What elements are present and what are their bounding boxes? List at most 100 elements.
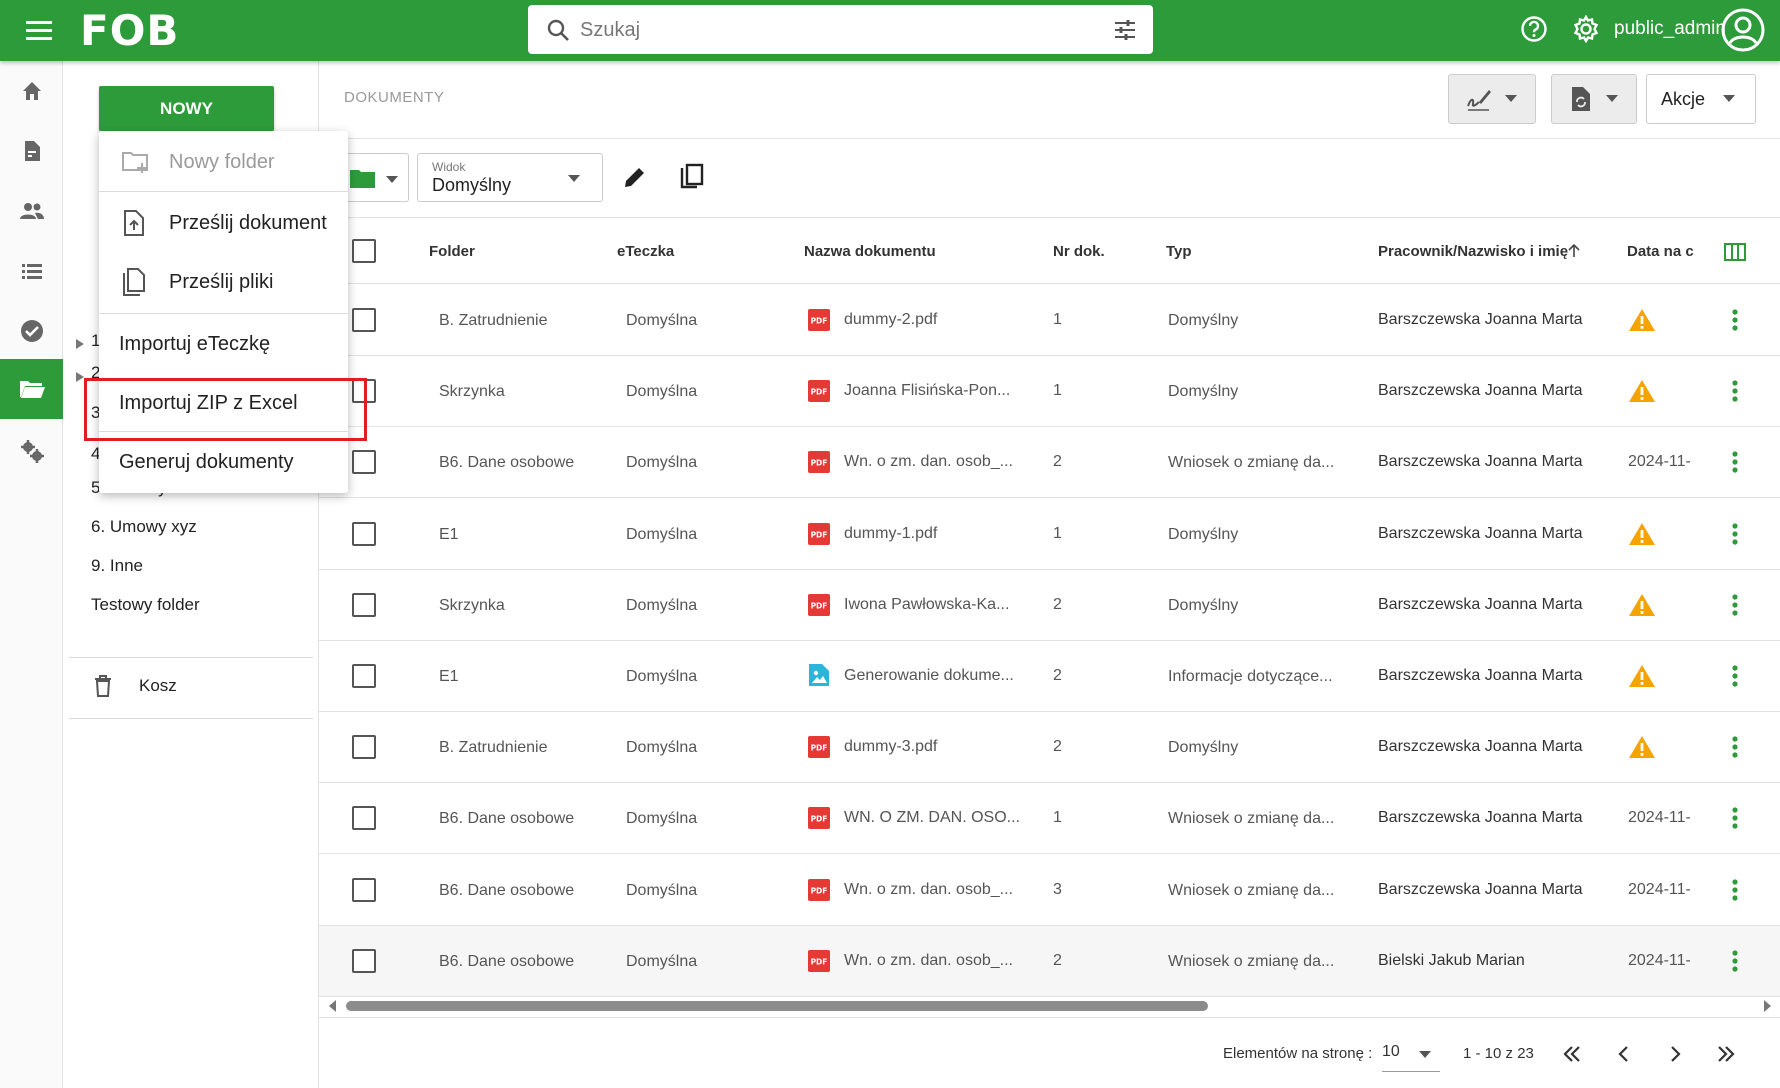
select-all-checkbox[interactable] <box>352 239 376 263</box>
scrollbar-thumb[interactable] <box>346 1001 1208 1011</box>
folder-item[interactable]: 6. Umowy xyz <box>91 517 197 537</box>
copy-icon[interactable] <box>679 163 705 191</box>
search-bar[interactable]: Szukaj <box>528 5 1153 54</box>
row-checkbox[interactable] <box>352 592 376 617</box>
row-checkbox[interactable] <box>352 948 376 973</box>
table-row[interactable]: B. Zatrudnienie Domyślna PDF dummy-3.pdf 2 Do… <box>319 712 1780 784</box>
rail-list[interactable] <box>0 241 63 301</box>
col-date[interactable]: Data na c <box>1627 243 1694 260</box>
rail-admin-settings[interactable] <box>0 421 63 481</box>
menu-import-eteczka[interactable]: Importuj eTeczkę <box>99 315 348 373</box>
page-size-select[interactable]: 10 <box>1382 1043 1400 1061</box>
folder-item[interactable]: 9. Inne <box>91 556 143 576</box>
row-checkbox[interactable] <box>352 450 376 475</box>
col-employee[interactable]: Pracownik/Nazwisko i imię <box>1378 243 1568 260</box>
cell-doc-number: 1 <box>1053 524 1062 542</box>
row-checkbox[interactable] <box>352 308 376 332</box>
row-checkbox[interactable] <box>352 521 376 546</box>
check-circle-icon <box>20 320 43 342</box>
row-more-icon[interactable] <box>1732 450 1738 474</box>
table-row[interactable]: B. Zatrudnienie Domyślna PDF dummy-2.pdf 1 Do… <box>319 285 1780 356</box>
rail-documents[interactable] <box>0 121 63 181</box>
account-avatar-icon[interactable] <box>1720 7 1766 53</box>
filter-settings-icon[interactable] <box>1113 18 1137 42</box>
row-more-icon[interactable] <box>1732 878 1738 902</box>
settings-icon[interactable] <box>1572 15 1600 43</box>
cell-document-name[interactable]: Generowanie dokume... <box>844 667 1019 685</box>
row-checkbox[interactable] <box>352 735 376 760</box>
first-page-icon[interactable] <box>1560 1042 1584 1066</box>
col-doc-number[interactable]: Nr dok. <box>1053 243 1105 260</box>
scroll-right-icon[interactable] <box>1763 1000 1771 1012</box>
file-convert-icon <box>1572 87 1590 111</box>
cell-eteczka: Domyślna <box>626 383 698 401</box>
row-checkbox[interactable] <box>352 806 376 831</box>
menu-upload-document[interactable]: Prześlij dokument <box>99 194 348 252</box>
cell-eteczka: Domyślna <box>626 312 698 329</box>
new-button[interactable]: NOWY <box>99 86 274 131</box>
next-page-icon[interactable] <box>1663 1042 1687 1066</box>
previous-page-icon[interactable] <box>1612 1042 1636 1066</box>
rail-folders[interactable] <box>0 359 63 419</box>
cell-document-name[interactable]: Wn. o zm. dan. osob_... <box>844 952 1019 970</box>
menu-new-folder[interactable]: Nowy folder <box>99 133 348 191</box>
trash-item[interactable]: Kosz <box>93 674 177 698</box>
cell-document-name[interactable]: Iwona Pawłowska-Ka... <box>844 596 1019 614</box>
row-more-icon[interactable] <box>1732 308 1738 332</box>
table-row[interactable]: B6. Dane osobowe Domyślna PDF WN. O ZM. DAN… <box>319 783 1780 855</box>
help-icon[interactable] <box>1520 15 1548 43</box>
folder-item[interactable]: Testowy folder <box>91 595 200 615</box>
row-checkbox[interactable] <box>352 877 376 902</box>
row-more-icon[interactable] <box>1732 949 1738 973</box>
chevron-down-icon[interactable] <box>1419 1051 1431 1059</box>
last-page-icon[interactable] <box>1714 1042 1738 1066</box>
row-more-icon[interactable] <box>1732 806 1738 830</box>
row-more-icon[interactable] <box>1732 664 1738 688</box>
col-document-name[interactable]: Nazwa dokumentu <box>804 243 936 260</box>
table-row[interactable]: B6. Dane osobowe Domyślna PDF Wn. o zm. dan… <box>319 427 1780 499</box>
actions-button[interactable]: Akcje <box>1646 74 1756 124</box>
horizontal-scrollbar[interactable] <box>319 994 1780 1018</box>
cell-type: Wniosek o zmianę da... <box>1168 810 1335 828</box>
table-row[interactable]: E1 Domyślna PDF dummy-1.pdf 1 Domyślny Barszcz… <box>319 499 1780 570</box>
row-checkbox[interactable] <box>352 664 376 688</box>
cell-document-name[interactable]: WN. O ZM. DAN. OSO... <box>844 809 1019 827</box>
table-row[interactable]: E1 Domyślna Generowanie dokume... 2 Informac… <box>319 641 1780 712</box>
col-folder[interactable]: Folder <box>429 243 475 260</box>
cell-document-name[interactable]: Wn. o zm. dan. osob_... <box>844 881 1019 899</box>
cell-doc-number: 2 <box>1053 453 1062 471</box>
search-icon <box>546 18 570 42</box>
table-row[interactable]: Skrzynka Domyślna PDF Joanna Flisińska-Pon.… <box>319 356 1780 428</box>
username[interactable]: public_admin <box>1614 18 1726 40</box>
menu-generate-documents[interactable]: Generuj dokumenty <box>99 433 348 491</box>
sign-menu-button[interactable] <box>1448 74 1536 124</box>
search-input[interactable]: Szukaj <box>580 19 640 42</box>
expand-arrow-icon[interactable] <box>75 338 85 350</box>
columns-icon[interactable] <box>1724 243 1746 261</box>
app-logo[interactable]: FOB <box>80 6 179 55</box>
table-row[interactable]: B6. Dane osobowe Domyślna PDF Wn. o zm. dan… <box>319 855 1780 926</box>
sort-asc-icon[interactable] <box>1568 244 1580 258</box>
rail-people[interactable] <box>0 181 63 241</box>
row-more-icon[interactable] <box>1732 522 1738 546</box>
rail-tasks[interactable] <box>0 301 63 361</box>
row-more-icon[interactable] <box>1732 379 1738 403</box>
rail-home[interactable] <box>0 61 63 121</box>
cell-document-name[interactable]: dummy-2.pdf <box>844 311 1019 329</box>
table-row[interactable]: B6. Dane osobowe Domyślna PDF Wn. o zm. dan… <box>319 925 1780 997</box>
cell-document-name[interactable]: dummy-1.pdf <box>844 525 1019 543</box>
col-eteczka[interactable]: eTeczka <box>617 243 674 260</box>
cell-document-name[interactable]: dummy-3.pdf <box>844 738 1019 756</box>
cell-document-name[interactable]: Wn. o zm. dan. osob_... <box>844 453 1019 471</box>
file-actions-menu-button[interactable] <box>1551 74 1637 124</box>
row-more-icon[interactable] <box>1732 593 1738 617</box>
menu-upload-files[interactable]: Prześlij pliki <box>99 253 348 311</box>
scroll-left-icon[interactable] <box>329 1000 337 1012</box>
table-row[interactable]: Skrzynka Domyślna PDF Iwona Pawłowska-Ka...… <box>319 570 1780 641</box>
edit-icon[interactable] <box>622 164 648 190</box>
col-type[interactable]: Typ <box>1166 243 1192 260</box>
cell-document-name[interactable]: Joanna Flisińska-Pon... <box>844 382 1019 400</box>
row-more-icon[interactable] <box>1732 735 1738 759</box>
view-select[interactable]: Widok Domyślny <box>417 153 603 202</box>
menu-icon[interactable] <box>26 18 54 42</box>
